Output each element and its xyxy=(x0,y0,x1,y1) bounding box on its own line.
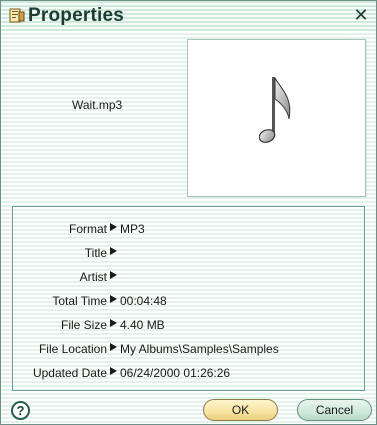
property-row-title[interactable]: Title xyxy=(13,241,364,265)
property-row-file-size: File Size 4.40 MB xyxy=(13,313,364,337)
property-value: My Albums\Samples\Samples xyxy=(120,342,279,356)
arrow-right-icon xyxy=(110,271,117,279)
property-value: 00:04:48 xyxy=(120,294,167,308)
window-title: Properties xyxy=(28,5,124,26)
properties-panel: Format MP3 Title Artist Total Time 00:04… xyxy=(12,206,365,391)
music-note-icon xyxy=(259,77,291,143)
arrow-right-icon xyxy=(110,295,117,303)
cancel-button[interactable]: Cancel xyxy=(297,399,372,421)
property-row-updated-date: Updated Date 06/24/2000 01:26:26 xyxy=(13,361,364,385)
property-label: File Location xyxy=(38,342,107,356)
file-name: Wait.mp3 xyxy=(72,98,123,112)
title-bar[interactable]: Properties ✕ xyxy=(1,1,376,31)
property-label: Artist xyxy=(79,270,107,284)
property-label: Format xyxy=(68,222,107,236)
arrow-right-icon xyxy=(110,343,117,351)
property-label: Total Time xyxy=(52,294,107,308)
property-label: Updated Date xyxy=(32,366,107,380)
ok-button[interactable]: OK xyxy=(203,399,278,421)
album-art xyxy=(187,39,366,197)
arrow-right-icon xyxy=(110,367,117,375)
arrow-right-icon xyxy=(110,319,117,327)
property-value: MP3 xyxy=(120,222,145,236)
help-button[interactable]: ? xyxy=(11,401,30,420)
property-value: 4.40 MB xyxy=(120,318,165,332)
property-label: Title xyxy=(84,246,107,260)
close-button[interactable]: ✕ xyxy=(352,6,370,24)
property-row-file-location: File Location My Albums\Samples\Samples xyxy=(13,337,364,361)
property-row-artist[interactable]: Artist xyxy=(13,265,364,289)
property-label: File Size xyxy=(60,318,107,332)
document-properties-icon xyxy=(9,8,25,23)
arrow-right-icon xyxy=(110,223,117,231)
property-value: 06/24/2000 01:26:26 xyxy=(120,366,231,380)
property-row-format: Format MP3 xyxy=(13,217,364,241)
arrow-right-icon xyxy=(110,247,117,255)
properties-dialog: Properties ✕ Wait.mp3 Format MP3 Title A… xyxy=(0,0,377,425)
property-row-total-time: Total Time 00:04:48 xyxy=(13,289,364,313)
